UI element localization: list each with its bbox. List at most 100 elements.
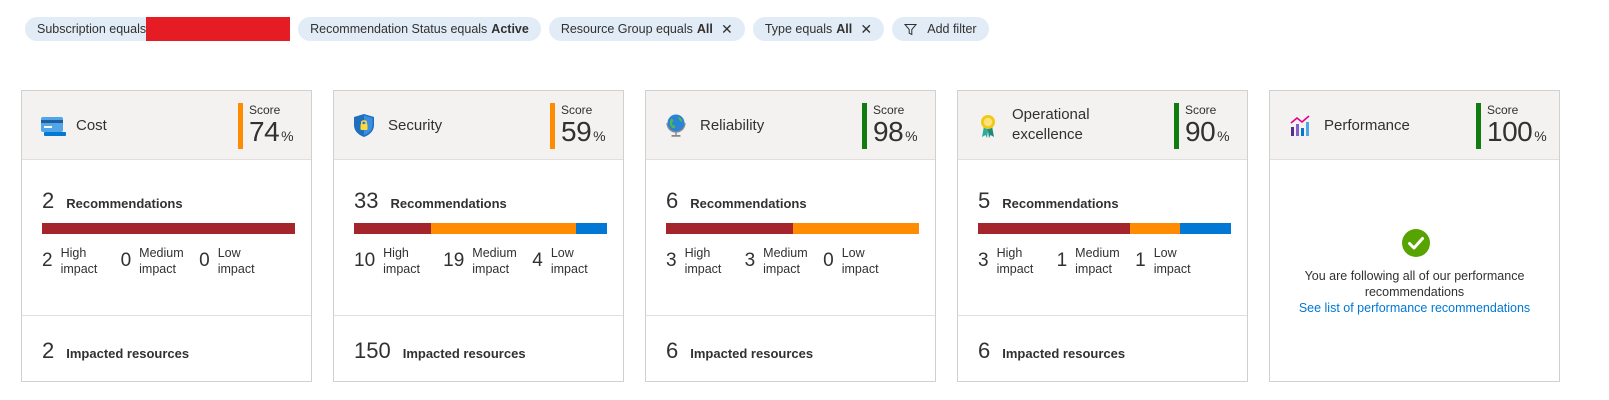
impact-bar (42, 223, 295, 234)
recommendation-label: Recommendations (1002, 196, 1119, 211)
impacted-resources[interactable]: 2 Impacted resources (42, 338, 189, 364)
impacted-resources-label: Impacted resources (1002, 346, 1126, 361)
impacted-resources-count: 6 (666, 338, 679, 363)
performance-recommendations-link[interactable]: See list of performance recommendations (1270, 301, 1559, 315)
score-label: Score (561, 103, 593, 117)
card-title: Operational excellence (1012, 106, 1090, 143)
performance-chart-icon (1288, 113, 1314, 139)
cost-icon (40, 113, 66, 139)
score-label: Score (1185, 103, 1217, 117)
low-impact-segment (576, 223, 607, 234)
impacted-resources-count: 6 (978, 338, 991, 363)
checkmark-circle-icon (1401, 228, 1431, 258)
medium-impact: 3 Medium impact (744, 246, 808, 276)
filter-recommendation-status[interactable]: Recommendation Status equals Active (298, 17, 541, 41)
impact-breakdown: 3 High impact 1 Medium impact 1 Low impact (978, 245, 1214, 277)
score-indicator (862, 103, 867, 149)
impacted-resources[interactable]: 6 Impacted resources (666, 338, 813, 364)
recommendation-count: 33 (354, 188, 379, 213)
filter-resource-group[interactable]: Resource Group equals All ✕ (548, 17, 745, 41)
score-indicator (238, 103, 243, 149)
score-label: Score (249, 103, 281, 117)
medium-impact: 19 Medium impact (443, 246, 517, 276)
impacted-resources-count: 150 (354, 338, 391, 363)
cost-card[interactable]: Cost Score 74% 2 Recommendations 2 High i… (21, 90, 312, 382)
low-impact-segment (1180, 223, 1231, 234)
funnel-icon (904, 23, 918, 36)
performance-card[interactable]: Performance Score 100% You are following… (1269, 90, 1560, 382)
card-header: Security Score 59% (334, 91, 623, 160)
impacted-resources[interactable]: 6 Impacted resources (978, 338, 1125, 364)
impact-bar (666, 223, 919, 234)
medium-impact-segment (430, 223, 577, 234)
impact-breakdown: 10 High impact 19 Medium impact 4 Low impac… (354, 245, 611, 277)
impact-bar (354, 223, 607, 234)
low-impact: 0 Low impact (199, 246, 255, 276)
card-header: Reliability Score 98% (646, 91, 935, 160)
impact-bar (978, 223, 1231, 234)
score-label: Score (873, 103, 905, 117)
impact-breakdown: 3 High impact 3 Medium impact 0 Low impact (666, 245, 902, 277)
score-label: Score (1487, 103, 1519, 117)
close-icon[interactable]: ✕ (860, 21, 872, 38)
high-impact: 10 High impact (354, 246, 420, 276)
recommendations-summary[interactable]: 5 Recommendations (978, 188, 1119, 214)
score-indicator (550, 103, 555, 149)
recommendation-count: 5 (978, 188, 991, 213)
card-title: Performance (1324, 117, 1410, 134)
impacted-resources[interactable]: 150 Impacted resources (354, 338, 526, 364)
high-impact: 3 High impact (666, 246, 722, 276)
recommendations-summary[interactable]: 2 Recommendations (42, 188, 183, 214)
impact-breakdown: 2 High impact 0 Medium impact 0 Low impact (42, 245, 278, 277)
recommendation-label: Recommendations (66, 196, 183, 211)
filter-type[interactable]: Type equals All ✕ (752, 17, 885, 41)
high-impact: 3 High impact (978, 246, 1034, 276)
divider (22, 315, 311, 316)
filter-bar: Subscription equals Recommendation Statu… (25, 17, 989, 41)
high-impact-segment (666, 223, 793, 234)
filter-type-value: All (836, 22, 853, 36)
recommendation-label: Recommendations (390, 196, 507, 211)
divider (958, 315, 1247, 316)
low-impact: 4 Low impact (532, 246, 588, 276)
performance-message: You are following all of our performance… (1304, 269, 1525, 299)
recommendations-summary[interactable]: 6 Recommendations (666, 188, 807, 214)
divider (646, 315, 935, 316)
filter-status-value: Active (491, 22, 529, 36)
close-icon[interactable]: ✕ (721, 21, 733, 38)
recommendation-label: Recommendations (690, 196, 807, 211)
award-ribbon-icon (976, 113, 1002, 139)
filter-type-label: Type equals (764, 22, 833, 36)
impacted-resources-label: Impacted resources (66, 346, 190, 361)
security-card[interactable]: Security Score 59% 33 Recommendations 10… (333, 90, 624, 382)
recommendations-summary[interactable]: 33 Recommendations (354, 188, 507, 214)
card-title: Security (388, 117, 443, 134)
medium-impact-segment (1129, 223, 1181, 234)
filter-resource-group-value: All (696, 22, 713, 36)
recommendation-count: 6 (666, 188, 679, 213)
score-indicator (1476, 103, 1481, 149)
medium-impact-segment (792, 223, 919, 234)
score-indicator (1174, 103, 1179, 149)
filter-resource-group-label: Resource Group equals (560, 22, 693, 36)
card-title: Reliability (700, 117, 765, 134)
high-impact-segment (42, 223, 295, 234)
score-value: 98% (873, 116, 918, 147)
redacted-subscription-value (146, 17, 291, 41)
shield-lock-icon (352, 113, 378, 139)
score-value: 59% (561, 116, 606, 147)
card-header: Cost Score 74% (22, 91, 311, 160)
recommendation-count: 2 (42, 188, 55, 213)
low-impact: 0 Low impact (823, 246, 879, 276)
card-header: Performance Score 100% (1270, 91, 1559, 160)
score-value: 90% (1185, 116, 1230, 147)
reliability-card[interactable]: Reliability Score 98% 6 Recommendations … (645, 90, 936, 382)
operational-excellence-card[interactable]: Operational excellence Score 90% 5 Recom… (957, 90, 1248, 382)
add-filter-button[interactable]: Add filter (892, 17, 989, 41)
filter-subscription[interactable]: Subscription equals (25, 17, 291, 41)
impacted-resources-label: Impacted resources (402, 346, 526, 361)
low-impact: 1 Low impact (1135, 246, 1191, 276)
card-header: Operational excellence Score 90% (958, 91, 1247, 160)
high-impact-segment (354, 223, 431, 234)
medium-impact: 0 Medium impact (120, 246, 184, 276)
